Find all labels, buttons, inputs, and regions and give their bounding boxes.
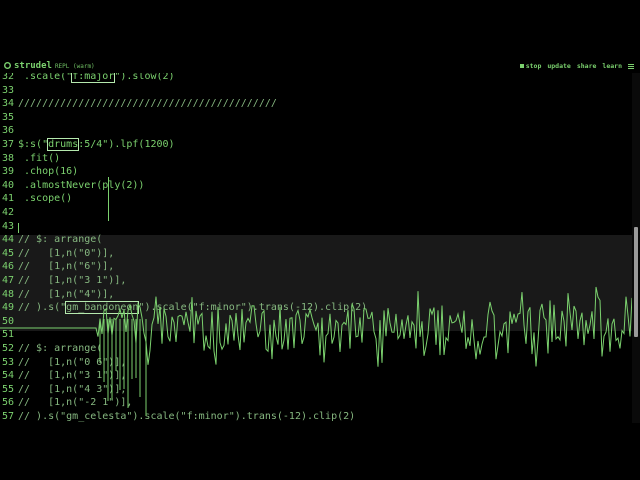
code-line[interactable]: 42: [0, 206, 632, 220]
line-code: // ).s("gm_bandoneon").scale("f:minor").…: [18, 301, 368, 315]
learn-button[interactable]: learn: [602, 62, 622, 70]
line-number: 57: [1, 411, 14, 422]
code-line[interactable]: 54 // [1,n("3 1")],: [0, 369, 632, 383]
code-line[interactable]: 44 // $: arrange(: [0, 233, 632, 247]
line-number: 43: [1, 220, 14, 232]
code-line[interactable]: 32 .scale("f:major").slow(2): [0, 73, 632, 84]
update-button[interactable]: update: [547, 62, 570, 70]
code-line[interactable]: 56 // [1,n("-2 1")],: [0, 396, 632, 410]
playhead-marker: [108, 177, 109, 221]
line-code: .scale("f:major").slow(2): [18, 73, 175, 83]
line-number: 39: [1, 166, 14, 178]
learn-label: learn: [602, 62, 622, 70]
line-number: 49: [1, 302, 14, 314]
code-line[interactable]: 49 // ).s("gm_bandoneon").scale("f:minor"…: [0, 301, 632, 315]
code-line[interactable]: 35: [0, 111, 632, 125]
active-token-highlight: drums: [47, 138, 80, 151]
line-code: .almostNever(ply(2)): [18, 179, 145, 191]
line-code: // [1,n("4 3")],: [18, 383, 127, 395]
line-number: 35: [1, 111, 14, 123]
line-number: 53: [1, 356, 14, 368]
app-subtitle: REPL (warm): [54, 63, 95, 70]
code-line[interactable]: 41 .scope(): [0, 192, 632, 206]
screen-frame: strudel REPL (warm) stop update share lea…: [0, 0, 640, 480]
line-code: // [1,n("0 6")],: [18, 356, 127, 368]
line-code: // [1,n("4")],: [18, 288, 115, 300]
code-line[interactable]: 33: [0, 84, 632, 98]
line-code: // [1,n("0")],: [18, 247, 115, 259]
menu-icon: [628, 63, 634, 70]
strudel-logo-icon: [4, 62, 11, 69]
active-token-highlight: f:major: [71, 73, 116, 83]
code-line[interactable]: 46 // [1,n("6")],: [0, 260, 632, 274]
line-code: ////////////////////////////////////////…: [18, 98, 277, 110]
line-number: 48: [1, 288, 14, 300]
line-number: 45: [1, 247, 14, 259]
line-number: 36: [1, 125, 14, 137]
text-cursor: [18, 223, 19, 233]
editor-scrollbar[interactable]: [632, 73, 640, 423]
app-logo[interactable]: strudel REPL (warm): [4, 61, 95, 71]
code-line[interactable]: 53 // [1,n("0 6")],: [0, 356, 632, 370]
line-number: 52: [1, 343, 14, 354]
line-code: .chop(16): [18, 166, 79, 178]
code-line[interactable]: 52 // $: arrange(: [0, 342, 632, 356]
active-token-highlight: gm_bandoneon: [65, 301, 140, 315]
app-title: strudel: [14, 61, 52, 71]
stop-button[interactable]: stop: [519, 62, 542, 70]
code-line[interactable]: 57 // ).s("gm_celesta").scale("f:minor").…: [0, 410, 632, 423]
line-code: // ).s("gm_celesta").scale("f:minor").tr…: [18, 411, 356, 422]
scrollbar-thumb[interactable]: [634, 227, 638, 337]
share-label: share: [576, 62, 597, 70]
update-label: update: [547, 62, 571, 70]
line-number: 54: [1, 370, 14, 382]
code-line[interactable]: 51: [0, 328, 632, 342]
line-number: 33: [1, 84, 14, 96]
line-number: 56: [1, 397, 14, 409]
line-code: // [1,n("-2 1")],: [18, 397, 133, 409]
code-line[interactable]: 43: [0, 220, 632, 234]
code-line[interactable]: 34 //////////////////////////////////////…: [0, 97, 632, 111]
code-line[interactable]: 50: [0, 315, 632, 329]
line-code: // [1,n("3 1")],: [18, 370, 127, 382]
share-button[interactable]: share: [577, 62, 597, 70]
stop-icon: [519, 64, 524, 68]
menu-button[interactable]: [628, 63, 634, 70]
line-code: .fit(): [18, 152, 61, 164]
line-number: 47: [1, 275, 14, 286]
line-code: // $: arrange(: [18, 234, 103, 246]
line-code: // [1,n("3 1")],: [18, 275, 127, 286]
line-number: 32: [1, 73, 14, 82]
code-line[interactable]: 47 // [1,n("3 1")],: [0, 274, 632, 288]
line-number: 42: [1, 207, 14, 218]
code-line[interactable]: 38 .fit(): [0, 152, 632, 166]
code-line[interactable]: 37 $:s("drums:5/4").lpf(1200): [0, 138, 632, 152]
code-line[interactable]: 45 // [1,n("0")],: [0, 247, 632, 261]
line-number: 40: [1, 179, 14, 191]
line-number: 34: [1, 98, 14, 110]
code-line[interactable]: 40 .almostNever(ply(2)): [0, 179, 632, 193]
code-line[interactable]: 48 // [1,n("4")],: [0, 288, 632, 302]
line-code: .scope(): [18, 193, 73, 205]
code-line[interactable]: 39 .chop(16): [0, 165, 632, 179]
line-number: 50: [1, 315, 14, 327]
line-number: 55: [1, 383, 14, 395]
code-line[interactable]: 36: [0, 124, 632, 138]
line-code: // [1,n("6")],: [18, 261, 115, 273]
line-number: 51: [1, 329, 14, 341]
line-number: 41: [1, 193, 14, 205]
stop-label: stop: [525, 62, 542, 70]
header-nav: stop update share learn: [519, 62, 634, 70]
line-number: 44: [1, 234, 14, 246]
line-code: $:s("drums:5/4").lpf(1200): [18, 138, 175, 151]
line-number: 38: [1, 152, 14, 164]
line-number: 37: [1, 139, 14, 150]
code-editor[interactable]: 32 .scale("f:major").slow(2) 33 34////////…: [0, 73, 632, 423]
line-code: // $: arrange(: [18, 343, 103, 354]
line-number: 46: [1, 261, 14, 273]
app-header: strudel REPL (warm) stop update share lea…: [0, 60, 640, 73]
code-line[interactable]: 55 // [1,n("4 3")],: [0, 383, 632, 397]
